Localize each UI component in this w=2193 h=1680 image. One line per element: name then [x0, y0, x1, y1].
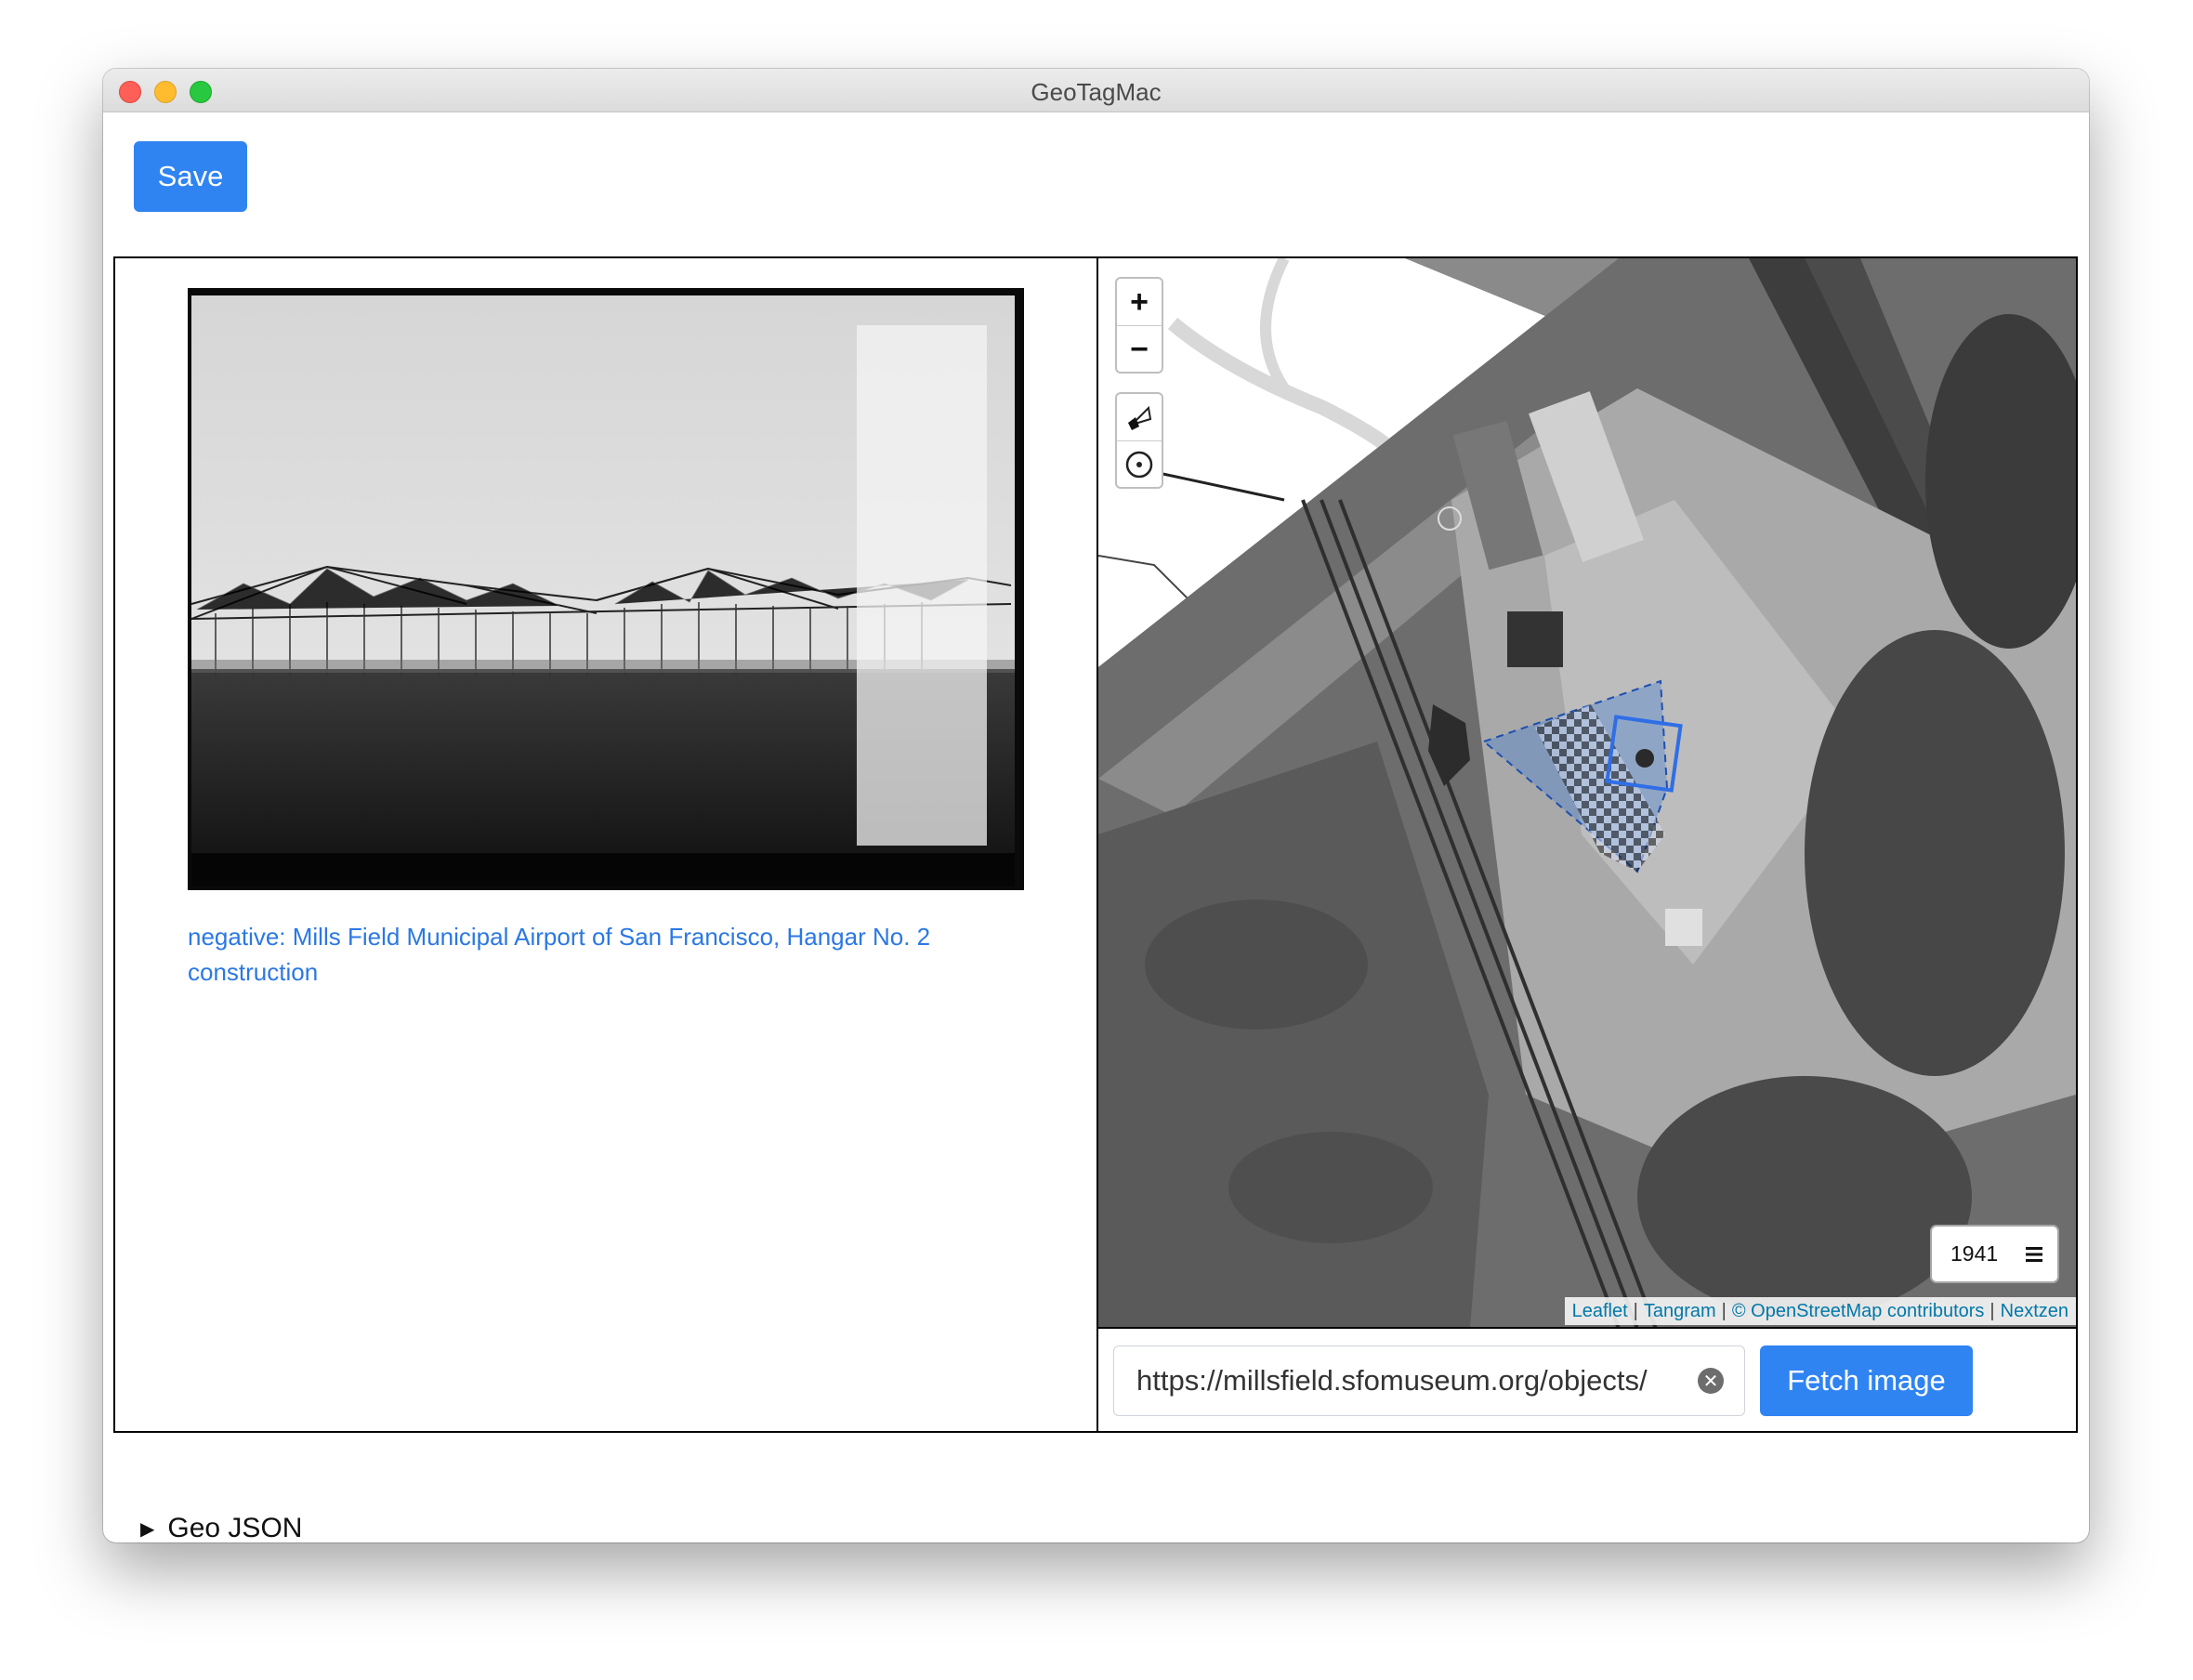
nextzen-link[interactable]: Nextzen [2001, 1297, 2068, 1325]
menu-icon [2026, 1246, 2042, 1262]
osm-link[interactable]: © OpenStreetMap contributors [1732, 1297, 1985, 1325]
historic-photo [188, 288, 1024, 890]
save-button[interactable]: Save [134, 141, 247, 212]
viewfield-tool-button[interactable] [1117, 394, 1162, 441]
attribution-separator: | [1633, 1301, 1638, 1321]
geojson-label: Geo JSON [167, 1513, 303, 1542]
target-icon [1125, 451, 1153, 479]
photo-image [188, 288, 1024, 890]
window-title: GeoTagMac [1031, 78, 1162, 106]
map-pane: + − 1941 Leaflet | Tangram | © OpenStree… [1098, 258, 2076, 1431]
zoom-in-button[interactable]: + [1117, 279, 1162, 326]
zoom-control: + − [1115, 277, 1163, 374]
zoom-out-button[interactable]: − [1117, 326, 1162, 372]
map-tools-control [1115, 392, 1163, 489]
fetch-row: ✕ Fetch image [1098, 1329, 2076, 1431]
attribution-separator: | [1989, 1301, 1995, 1321]
map-attribution: Leaflet | Tangram | © OpenStreetMap cont… [1564, 1297, 2076, 1325]
tangram-link[interactable]: Tangram [1644, 1297, 1716, 1325]
layer-year-label: 1941 [1950, 1241, 1999, 1266]
camera-cone-icon [1128, 405, 1152, 430]
main-panel: negative: Mills Field Municipal Airport … [113, 256, 2078, 1433]
fetch-image-button[interactable]: Fetch image [1760, 1345, 1973, 1416]
attribution-separator: | [1721, 1301, 1727, 1321]
aerial-map-tiles [1098, 258, 2076, 1327]
geojson-disclosure[interactable]: ▶ Geo JSON [140, 1513, 302, 1542]
year-layer-control[interactable]: 1941 [1930, 1225, 2059, 1283]
image-url-input[interactable] [1113, 1345, 1745, 1416]
leaflet-link[interactable]: Leaflet [1572, 1297, 1628, 1325]
clear-input-icon[interactable]: ✕ [1698, 1368, 1724, 1394]
locate-tool-button[interactable] [1117, 441, 1162, 487]
image-pane: negative: Mills Field Municipal Airport … [115, 258, 1098, 1431]
disclosure-triangle-icon: ▶ [140, 1518, 155, 1540]
map-view[interactable]: + − 1941 Leaflet | Tangram | © OpenStree… [1098, 258, 2076, 1329]
app-window: GeoTagMac Save negative: Mills Field Mun… [103, 69, 2089, 1542]
photo-caption-link[interactable]: negative: Mills Field Municipal Airport … [188, 919, 987, 990]
title-bar: GeoTagMac [103, 69, 2089, 112]
